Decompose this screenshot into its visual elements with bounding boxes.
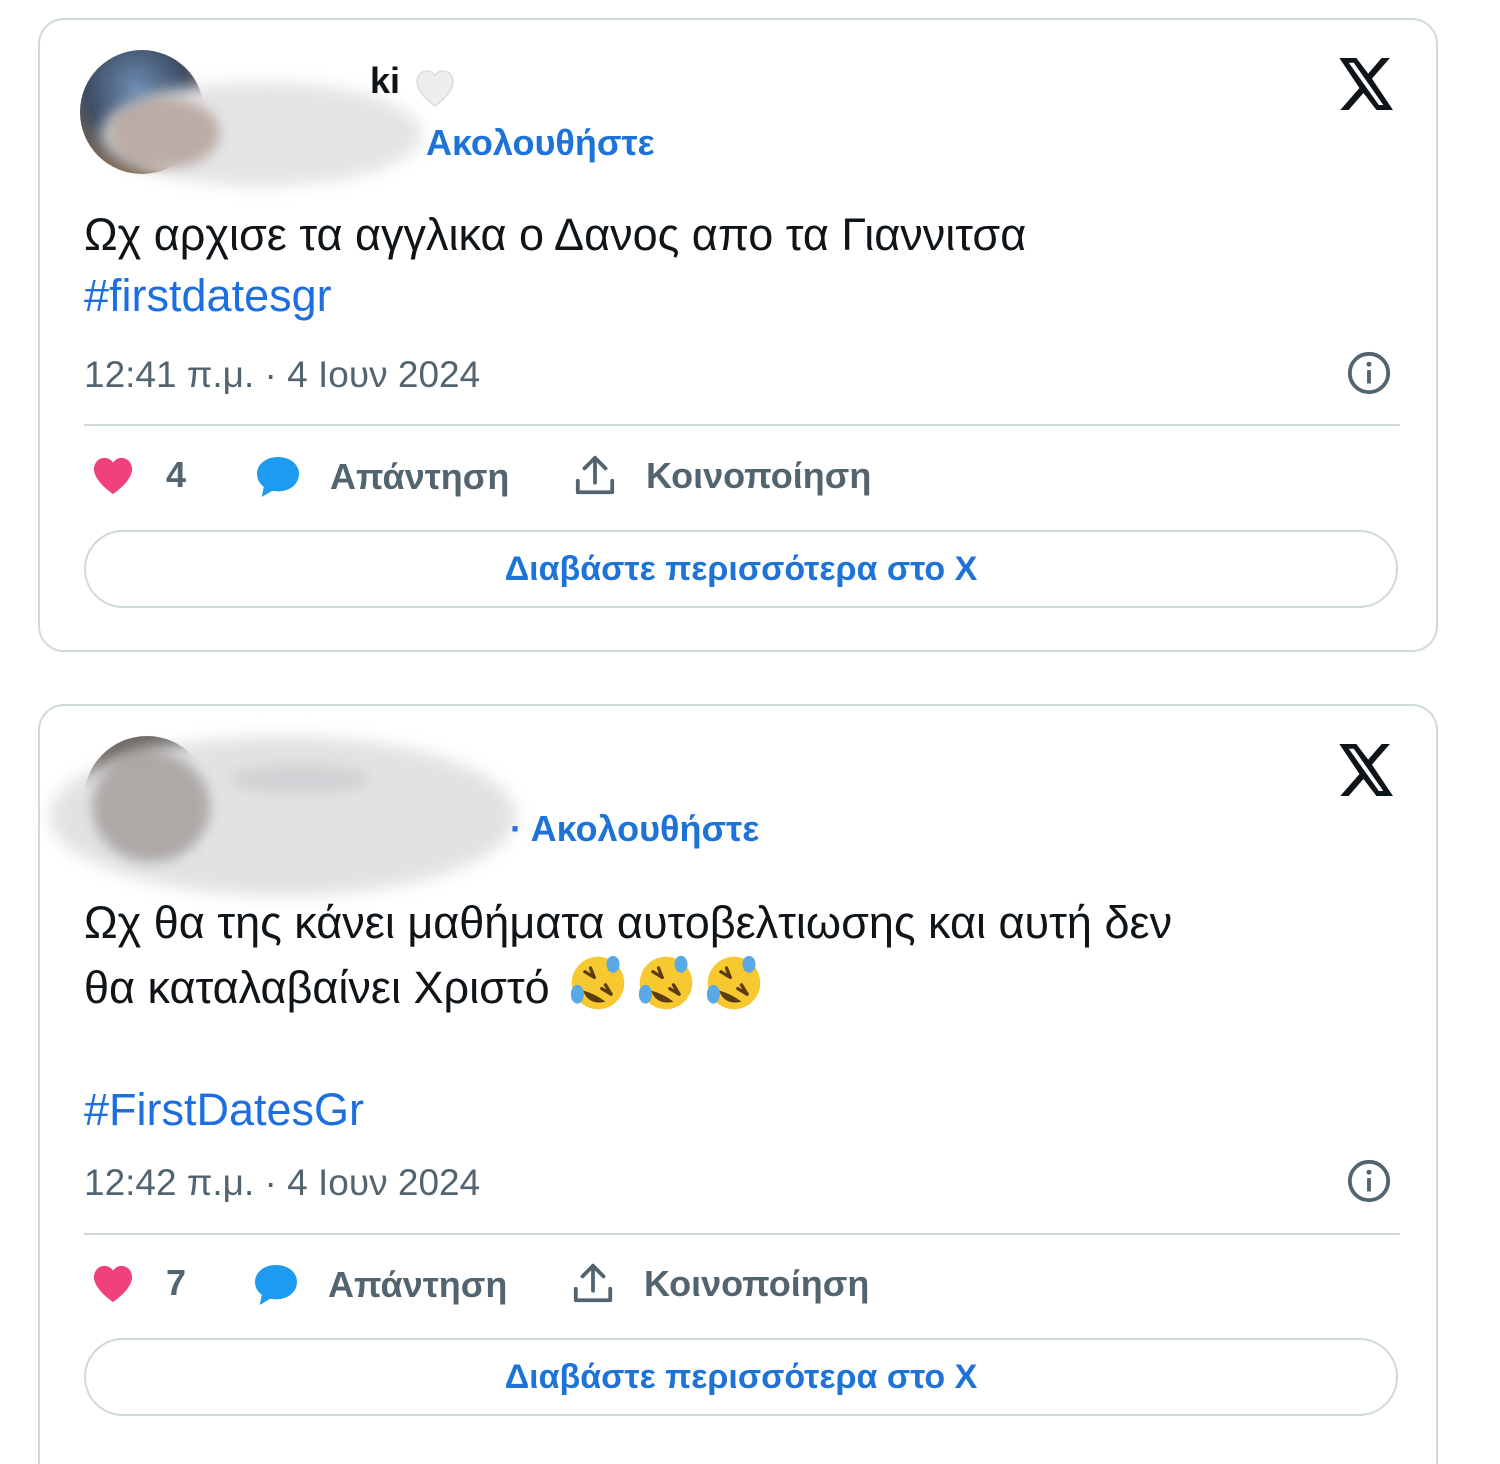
reply-bubble-icon xyxy=(252,1262,300,1308)
share-label: Κοινοποίηση xyxy=(644,1263,870,1304)
tweet-text-line: Ωχ θα της κάνει μαθήματα αυτοβελτιωσης κ… xyxy=(84,897,1173,948)
share-button[interactable]: Κοινοποίηση xyxy=(570,1262,869,1306)
reply-button[interactable]: Απάντηση xyxy=(254,454,509,500)
heart-icon xyxy=(90,455,136,495)
redaction-blur xyxy=(92,752,210,862)
redaction-blur xyxy=(230,764,370,794)
x-logo-icon[interactable] xyxy=(1338,744,1396,796)
read-more-button[interactable]: Διαβάστε περισσότερα στο X xyxy=(84,530,1398,608)
rolling-on-floor-laughing-emoji-icon xyxy=(704,953,764,1013)
info-icon[interactable] xyxy=(1346,350,1392,396)
rolling-on-floor-laughing-emoji-icon xyxy=(636,953,696,1013)
reply-button[interactable]: Απάντηση xyxy=(252,1262,507,1308)
reply-label: Απάντηση xyxy=(330,456,510,497)
follow-button[interactable]: · Ακολουθήστε xyxy=(510,808,759,850)
tweet-text-line: Ωχ αρχισε τα αγγλικα ο Δανος απο τα Γιαν… xyxy=(84,209,1027,260)
tweet-text: Ωχ αρχισε τα αγγλικα ο Δανος απο τα Γιαν… xyxy=(84,204,1376,326)
like-button[interactable]: 4 xyxy=(90,454,186,496)
timestamp[interactable]: 12:41 π.μ. · 4 Ιουν 2024 xyxy=(84,354,480,396)
reply-label: Απάντηση xyxy=(328,1264,508,1305)
tweet-card: · Ακολουθήστε Ωχ θα της κάνει μαθήματα α… xyxy=(38,704,1438,1464)
like-count: 7 xyxy=(166,1262,187,1303)
read-more-button[interactable]: Διαβάστε περισσότερα στο X xyxy=(84,1338,1398,1416)
tweet-card: ki Ακολουθήστε Ωχ αρχισε τα αγγλικα ο Δα… xyxy=(38,18,1438,652)
rolling-on-floor-laughing-emoji-icon xyxy=(568,953,628,1013)
share-icon xyxy=(570,1262,616,1306)
tweet-text: Ωχ θα της κάνει μαθήματα αυτοβελτιωσης κ… xyxy=(84,892,1376,1140)
info-icon[interactable] xyxy=(1346,1158,1392,1204)
like-button[interactable]: 7 xyxy=(90,1262,186,1304)
heart-emoji-icon xyxy=(410,64,460,113)
heart-icon xyxy=(90,1263,136,1303)
tweet-text-line: θα καταλαβαίνει Χριστό xyxy=(84,953,1376,1018)
reply-bubble-icon xyxy=(254,454,302,500)
tweet-text-line-content: θα καταλαβαίνει Χριστό xyxy=(84,962,550,1013)
share-button[interactable]: Κοινοποίηση xyxy=(572,454,871,498)
display-name-fragment: ki xyxy=(370,60,401,101)
follow-button[interactable]: Ακολουθήστε xyxy=(426,122,655,164)
share-icon xyxy=(572,454,618,498)
timestamp[interactable]: 12:42 π.μ. · 4 Ιουν 2024 xyxy=(84,1162,480,1204)
x-logo-icon[interactable] xyxy=(1338,58,1396,110)
hashtag-link[interactable]: #firstdatesgr xyxy=(84,265,1376,326)
share-label: Κοινοποίηση xyxy=(646,455,872,496)
divider xyxy=(84,424,1400,426)
redaction-blur xyxy=(110,98,220,168)
like-count: 4 xyxy=(166,454,187,495)
divider xyxy=(84,1233,1400,1235)
hashtag-link[interactable]: #FirstDatesGr xyxy=(84,1079,1376,1140)
